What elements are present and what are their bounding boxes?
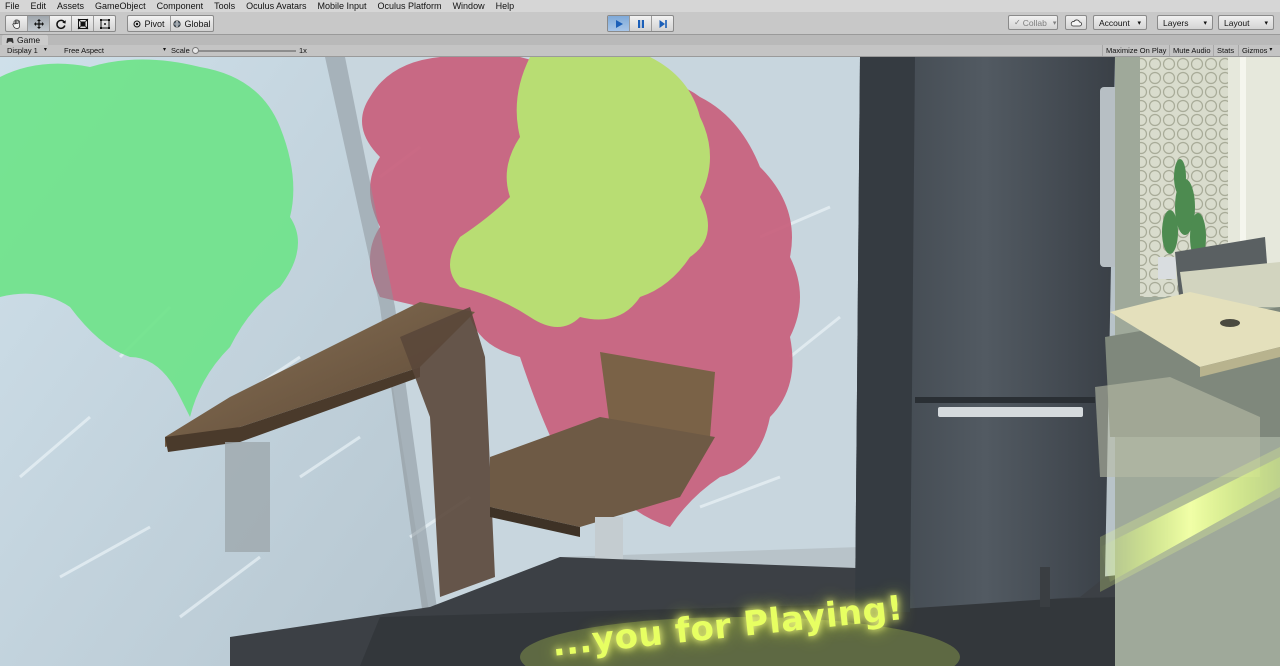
global-button[interactable]: Global: [171, 16, 213, 31]
game-tab-label: Game: [17, 35, 41, 45]
menu-tools[interactable]: Tools: [209, 0, 241, 12]
caret-down-icon: ▾: [1052, 19, 1057, 27]
toolbar: Pivot Global ✓ Collab ▾ Account ▾ Layers…: [0, 12, 1280, 35]
gizmos-dropdown[interactable]: Gizmos ▾: [1238, 45, 1275, 56]
scale-tool-button[interactable]: [72, 16, 94, 31]
menu-window[interactable]: Window: [448, 0, 491, 12]
cloud-button[interactable]: [1065, 15, 1087, 30]
layout-dropdown[interactable]: Layout ▾: [1218, 15, 1274, 30]
step-button[interactable]: [652, 16, 673, 31]
hand-icon: [11, 18, 20, 29]
menu-assets[interactable]: Assets: [52, 0, 90, 12]
pause-button[interactable]: [630, 16, 652, 31]
rotate-tool-button[interactable]: [50, 16, 72, 31]
play-button[interactable]: [608, 16, 630, 31]
caret-down-icon: ▾: [1264, 19, 1268, 27]
game-viewport[interactable]: ...you for Playing!: [0, 57, 1280, 666]
maximize-on-play-toggle[interactable]: Maximize On Play: [1102, 45, 1169, 56]
layers-dropdown[interactable]: Layers ▾: [1157, 15, 1213, 30]
collab-dropdown[interactable]: ✓ Collab ▾: [1008, 15, 1058, 30]
hand-tool-button[interactable]: [6, 16, 28, 31]
menu-edit[interactable]: Edit: [26, 0, 53, 12]
cloud-icon: [1070, 19, 1082, 26]
rotate-icon: [55, 19, 66, 29]
step-forward-icon: [659, 19, 667, 28]
collab-label: Collab: [1022, 17, 1047, 28]
scale-value: 1x: [299, 46, 307, 55]
rect-transform-icon: [99, 18, 110, 29]
transform-tools: [5, 15, 116, 32]
pivot-icon: [133, 20, 141, 27]
scale-icon: [77, 18, 88, 29]
scale-slider-track[interactable]: [196, 50, 296, 52]
aspect-label: Free Aspect: [64, 46, 105, 55]
display-label: Display 1: [7, 46, 38, 55]
game-scene-render: [0, 57, 1280, 666]
menu-gameobject[interactable]: GameObject: [90, 0, 152, 12]
menu-component[interactable]: Component: [152, 0, 210, 12]
pause-icon: [637, 19, 644, 28]
account-label: Account: [1099, 17, 1130, 28]
menu-mobile-input[interactable]: Mobile Input: [313, 0, 373, 12]
caret-down-icon: ▾: [43, 47, 47, 53]
gizmos-label: Gizmos: [1242, 46, 1268, 55]
caret-down-icon: ▾: [1137, 19, 1141, 27]
menu-file[interactable]: File: [0, 0, 26, 12]
play-icon: [615, 19, 623, 28]
global-label: Global: [184, 18, 211, 29]
tab-game[interactable]: Game: [2, 35, 49, 45]
tab-bar: Game: [0, 35, 1280, 45]
menu-help[interactable]: Help: [491, 0, 521, 12]
check-icon: ✓: [1014, 18, 1021, 27]
scale-label: Scale: [171, 46, 190, 55]
game-controller-icon: [6, 37, 14, 43]
rect-tool-button[interactable]: [94, 16, 115, 31]
game-view-options: Display 1 ▾ Free Aspect ▾ Scale 1x Maxim…: [0, 45, 1280, 57]
caret-down-icon: ▾: [162, 47, 166, 53]
play-controls: [607, 15, 674, 32]
pivot-label: Pivot: [144, 18, 165, 29]
menu-oculus-avatars[interactable]: Oculus Avatars: [241, 0, 312, 12]
account-dropdown[interactable]: Account ▾: [1093, 15, 1147, 30]
caret-down-icon: ▾: [1203, 19, 1207, 27]
scale-slider-thumb[interactable]: [192, 47, 199, 54]
globe-icon: [173, 19, 182, 28]
move-arrows-icon: [33, 18, 44, 29]
stats-toggle[interactable]: Stats: [1213, 45, 1237, 56]
caret-down-icon: ▾: [1269, 47, 1273, 53]
move-tool-button[interactable]: [28, 16, 50, 31]
layout-label: Layout: [1224, 17, 1250, 28]
mute-audio-toggle[interactable]: Mute Audio: [1169, 45, 1214, 56]
display-dropdown[interactable]: Display 1 ▾: [7, 45, 57, 56]
pivot-button[interactable]: Pivot: [128, 16, 171, 31]
layers-label: Layers: [1163, 17, 1189, 28]
menu-bar: File Edit Assets GameObject Component Tools Oc…: [0, 0, 1280, 12]
aspect-dropdown[interactable]: Free Aspect ▾: [64, 45, 166, 56]
pivot-toggles: Pivot Global: [127, 15, 214, 32]
menu-oculus-platform[interactable]: Oculus Platform: [373, 0, 448, 12]
